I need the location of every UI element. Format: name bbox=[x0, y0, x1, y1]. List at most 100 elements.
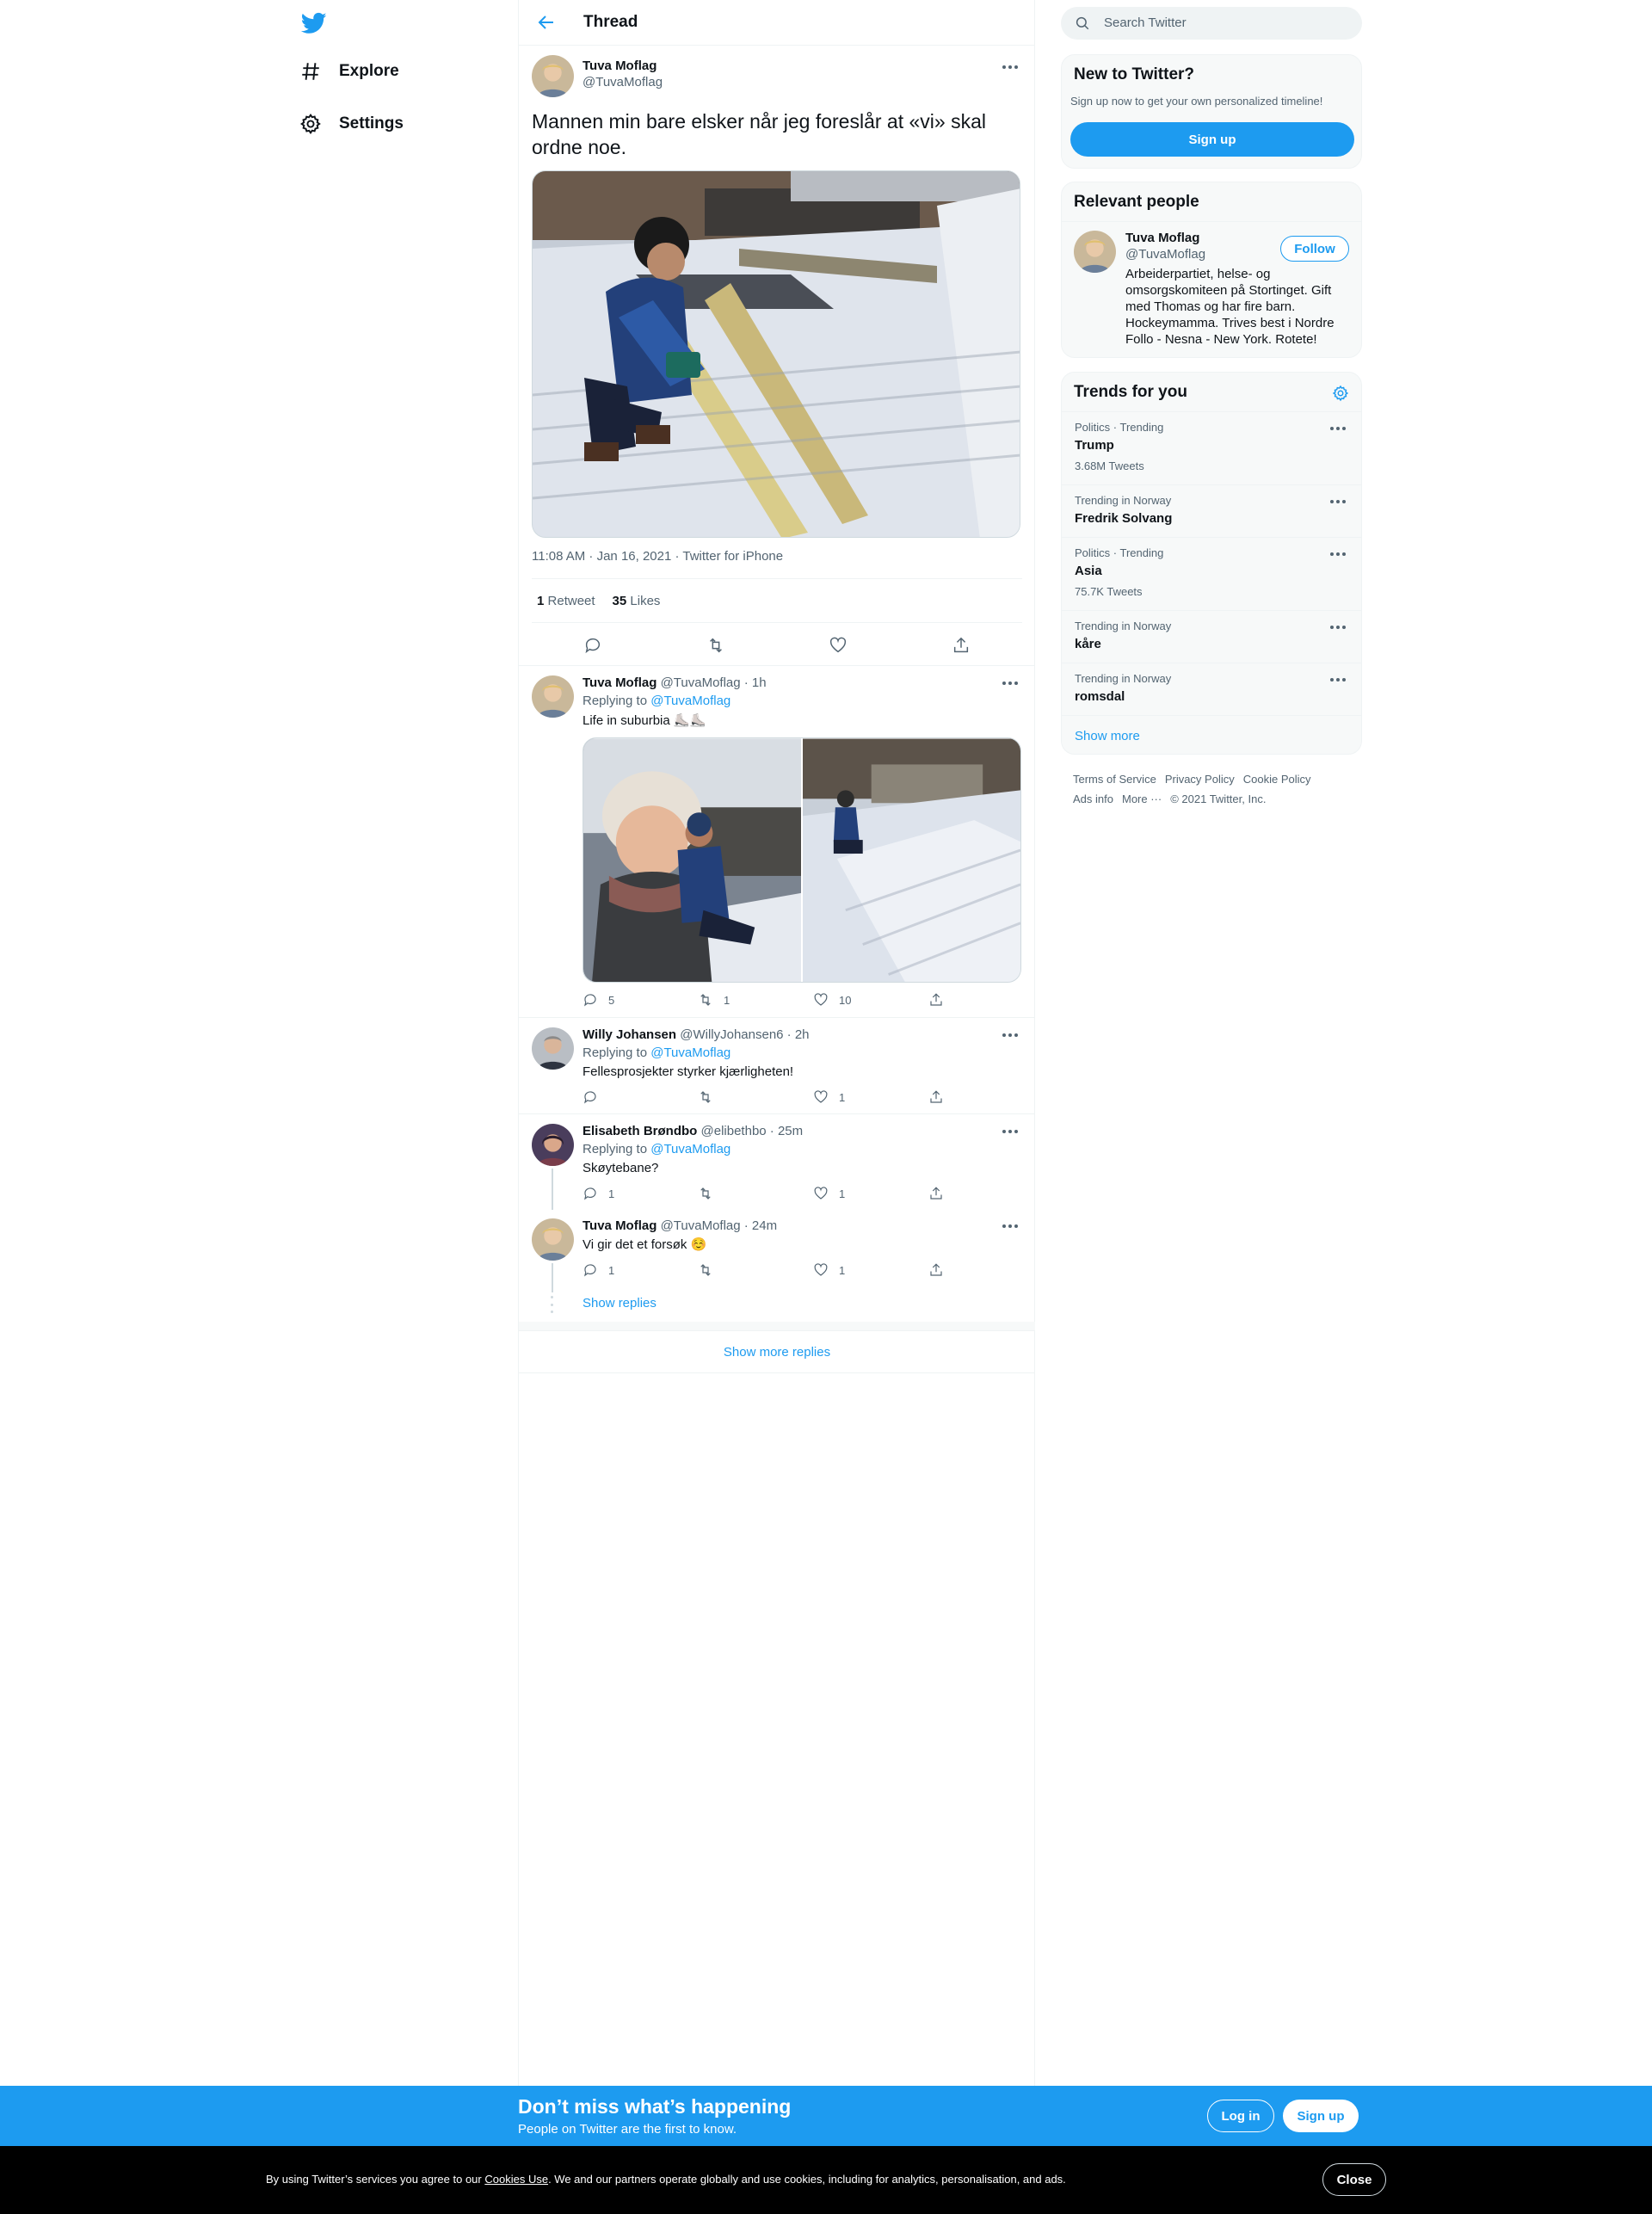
likes-stat[interactable]: 35 Likes bbox=[613, 594, 661, 608]
more-options-icon[interactable] bbox=[1330, 677, 1349, 682]
person-handle[interactable]: @TuvaMoflag bbox=[1125, 247, 1205, 262]
more-options-icon[interactable] bbox=[1330, 426, 1349, 431]
like-button[interactable]: 10 bbox=[813, 991, 928, 1008]
like-button[interactable]: 1 bbox=[813, 1261, 928, 1279]
back-arrow-icon[interactable] bbox=[536, 12, 557, 33]
reply-tweet[interactable]: Tuva Moflag @TuvaMoflag · 24m Vi gir det… bbox=[519, 1210, 1035, 1322]
reply-tweet[interactable]: Tuva Moflag @TuvaMoflag · 1h Replying to… bbox=[519, 667, 1035, 1018]
replying-to-prefix: Replying to bbox=[583, 1142, 648, 1156]
reply-button[interactable]: 1 bbox=[583, 1185, 698, 1202]
search-placeholder: Search Twitter bbox=[1104, 15, 1187, 30]
avatar[interactable] bbox=[532, 1027, 574, 1070]
gear-icon[interactable] bbox=[1332, 385, 1349, 402]
reply-button[interactable]: 1 bbox=[583, 1261, 698, 1279]
avatar[interactable] bbox=[532, 1218, 574, 1261]
tweet-photo[interactable] bbox=[803, 738, 1020, 983]
replying-to-link[interactable]: @TuvaMoflag bbox=[650, 1142, 730, 1156]
retweet-button[interactable] bbox=[698, 1185, 813, 1202]
reply-button[interactable] bbox=[583, 1088, 698, 1106]
replying-to-prefix: Replying to bbox=[583, 694, 648, 708]
footer-link-more[interactable]: More ··· bbox=[1122, 792, 1162, 805]
tweet-timestamp[interactable]: 11:08 AM · Jan 16, 2021 · Twitter for iP… bbox=[532, 549, 783, 564]
nav-explore[interactable]: Explore bbox=[299, 54, 399, 89]
more-options-icon[interactable] bbox=[1002, 65, 1021, 70]
share-icon bbox=[930, 993, 942, 1006]
like-icon bbox=[814, 1187, 828, 1200]
close-button[interactable]: Close bbox=[1322, 2163, 1386, 2196]
like-icon bbox=[814, 1090, 828, 1103]
share-button[interactable] bbox=[928, 1185, 954, 1202]
reply-button[interactable]: 5 bbox=[583, 991, 698, 1008]
reply-header[interactable]: Tuva Moflag @TuvaMoflag · 1h bbox=[583, 675, 767, 690]
retweet-icon bbox=[700, 1187, 711, 1200]
follow-button[interactable]: Follow bbox=[1280, 236, 1349, 262]
footer-link-terms[interactable]: Terms of Service bbox=[1073, 773, 1156, 786]
more-options-icon[interactable] bbox=[1330, 625, 1349, 630]
trend-category: Politics · Trending bbox=[1075, 421, 1164, 434]
reply-header[interactable]: Elisabeth Brøndbo @elibethbo · 25m bbox=[583, 1124, 803, 1138]
reply-header[interactable]: Tuva Moflag @TuvaMoflag · 24m bbox=[583, 1218, 777, 1233]
more-options-icon[interactable] bbox=[1330, 499, 1349, 504]
retweet-stat[interactable]: 1 Retweet bbox=[537, 594, 595, 608]
footer-link-ads[interactable]: Ads info bbox=[1073, 792, 1113, 805]
share-icon[interactable] bbox=[952, 636, 971, 655]
nav-settings[interactable]: Settings bbox=[299, 107, 404, 141]
retweet-button[interactable] bbox=[698, 1088, 813, 1106]
reply-icon bbox=[584, 1091, 596, 1104]
author-name[interactable]: Tuva Moflag bbox=[583, 59, 656, 73]
trend-item[interactable]: Trending in Norway kåre bbox=[1062, 610, 1361, 663]
show-replies-link[interactable]: Show replies bbox=[583, 1296, 656, 1311]
log-in-button[interactable]: Log in bbox=[1207, 2100, 1274, 2132]
replying-to-link[interactable]: @TuvaMoflag bbox=[650, 1045, 730, 1060]
footer-link-privacy[interactable]: Privacy Policy bbox=[1165, 773, 1235, 786]
retweet-button[interactable]: 1 bbox=[698, 991, 813, 1008]
avatar[interactable] bbox=[1074, 231, 1116, 273]
more-options-icon[interactable] bbox=[1002, 1224, 1021, 1229]
more-options-icon[interactable] bbox=[1330, 552, 1349, 557]
footer-link-cookies[interactable]: Cookie Policy bbox=[1243, 773, 1311, 786]
author-name: Elisabeth Brøndbo bbox=[583, 1124, 698, 1138]
cookies-use-link[interactable]: Cookies Use bbox=[484, 2173, 548, 2186]
reply-tweet[interactable]: Willy Johansen @WillyJohansen6 · 2h Repl… bbox=[519, 1019, 1035, 1114]
replying-to: Replying to @TuvaMoflag bbox=[583, 694, 730, 708]
trend-category: Politics · Trending bbox=[1075, 546, 1164, 559]
avatar[interactable] bbox=[532, 55, 574, 97]
trend-item[interactable]: Trending in Norway romsdal bbox=[1062, 663, 1361, 715]
reply-tweet[interactable]: Elisabeth Brøndbo @elibethbo · 25m Reply… bbox=[519, 1115, 1035, 1210]
retweet-button[interactable] bbox=[698, 1261, 813, 1279]
reply-actions: 1 1 bbox=[583, 1185, 961, 1202]
reply-header[interactable]: Willy Johansen @WillyJohansen6 · 2h bbox=[583, 1027, 810, 1042]
show-more-replies-button[interactable]: Show more replies bbox=[519, 1330, 1035, 1373]
more-options-icon[interactable] bbox=[1002, 1129, 1021, 1134]
like-button[interactable]: 1 bbox=[813, 1088, 928, 1106]
avatar[interactable] bbox=[532, 1124, 574, 1166]
search-input[interactable]: Search Twitter bbox=[1061, 7, 1362, 40]
more-options-icon[interactable] bbox=[1002, 681, 1021, 686]
trend-item[interactable]: Politics · Trending Asia 75.7K Tweets bbox=[1062, 537, 1361, 610]
twitter-logo-icon[interactable] bbox=[299, 10, 329, 36]
sign-up-button[interactable]: Sign up bbox=[1070, 122, 1354, 157]
show-more-trends[interactable]: Show more bbox=[1062, 715, 1361, 754]
share-button[interactable] bbox=[928, 991, 954, 1008]
like-button[interactable]: 1 bbox=[813, 1185, 928, 1202]
share-button[interactable] bbox=[928, 1088, 954, 1106]
avatar[interactable] bbox=[532, 675, 574, 718]
retweet-icon[interactable] bbox=[706, 636, 725, 655]
likes-label: Likes bbox=[630, 593, 661, 608]
more-options-icon[interactable] bbox=[1002, 1033, 1021, 1038]
person-name[interactable]: Tuva Moflag bbox=[1125, 231, 1199, 245]
nav-settings-label: Settings bbox=[339, 114, 404, 133]
replying-to-link[interactable]: @TuvaMoflag bbox=[650, 694, 730, 708]
trend-item[interactable]: Politics · Trending Trump 3.68M Tweets bbox=[1062, 411, 1361, 484]
show-more-link[interactable]: Show more bbox=[1075, 729, 1140, 743]
tweet-photo[interactable] bbox=[583, 738, 801, 983]
tweet-photo[interactable] bbox=[532, 170, 1020, 538]
share-button[interactable] bbox=[928, 1261, 954, 1279]
like-icon[interactable] bbox=[829, 636, 848, 655]
trend-item[interactable]: Trending in Norway Fredrik Solvang bbox=[1062, 484, 1361, 537]
author-handle: @elibethbo · 25m bbox=[700, 1124, 804, 1138]
author-handle[interactable]: @TuvaMoflag bbox=[583, 75, 663, 89]
sign-up-button[interactable]: Sign up bbox=[1283, 2100, 1359, 2132]
card-title: New to Twitter? bbox=[1074, 65, 1195, 83]
reply-icon[interactable] bbox=[583, 636, 602, 655]
